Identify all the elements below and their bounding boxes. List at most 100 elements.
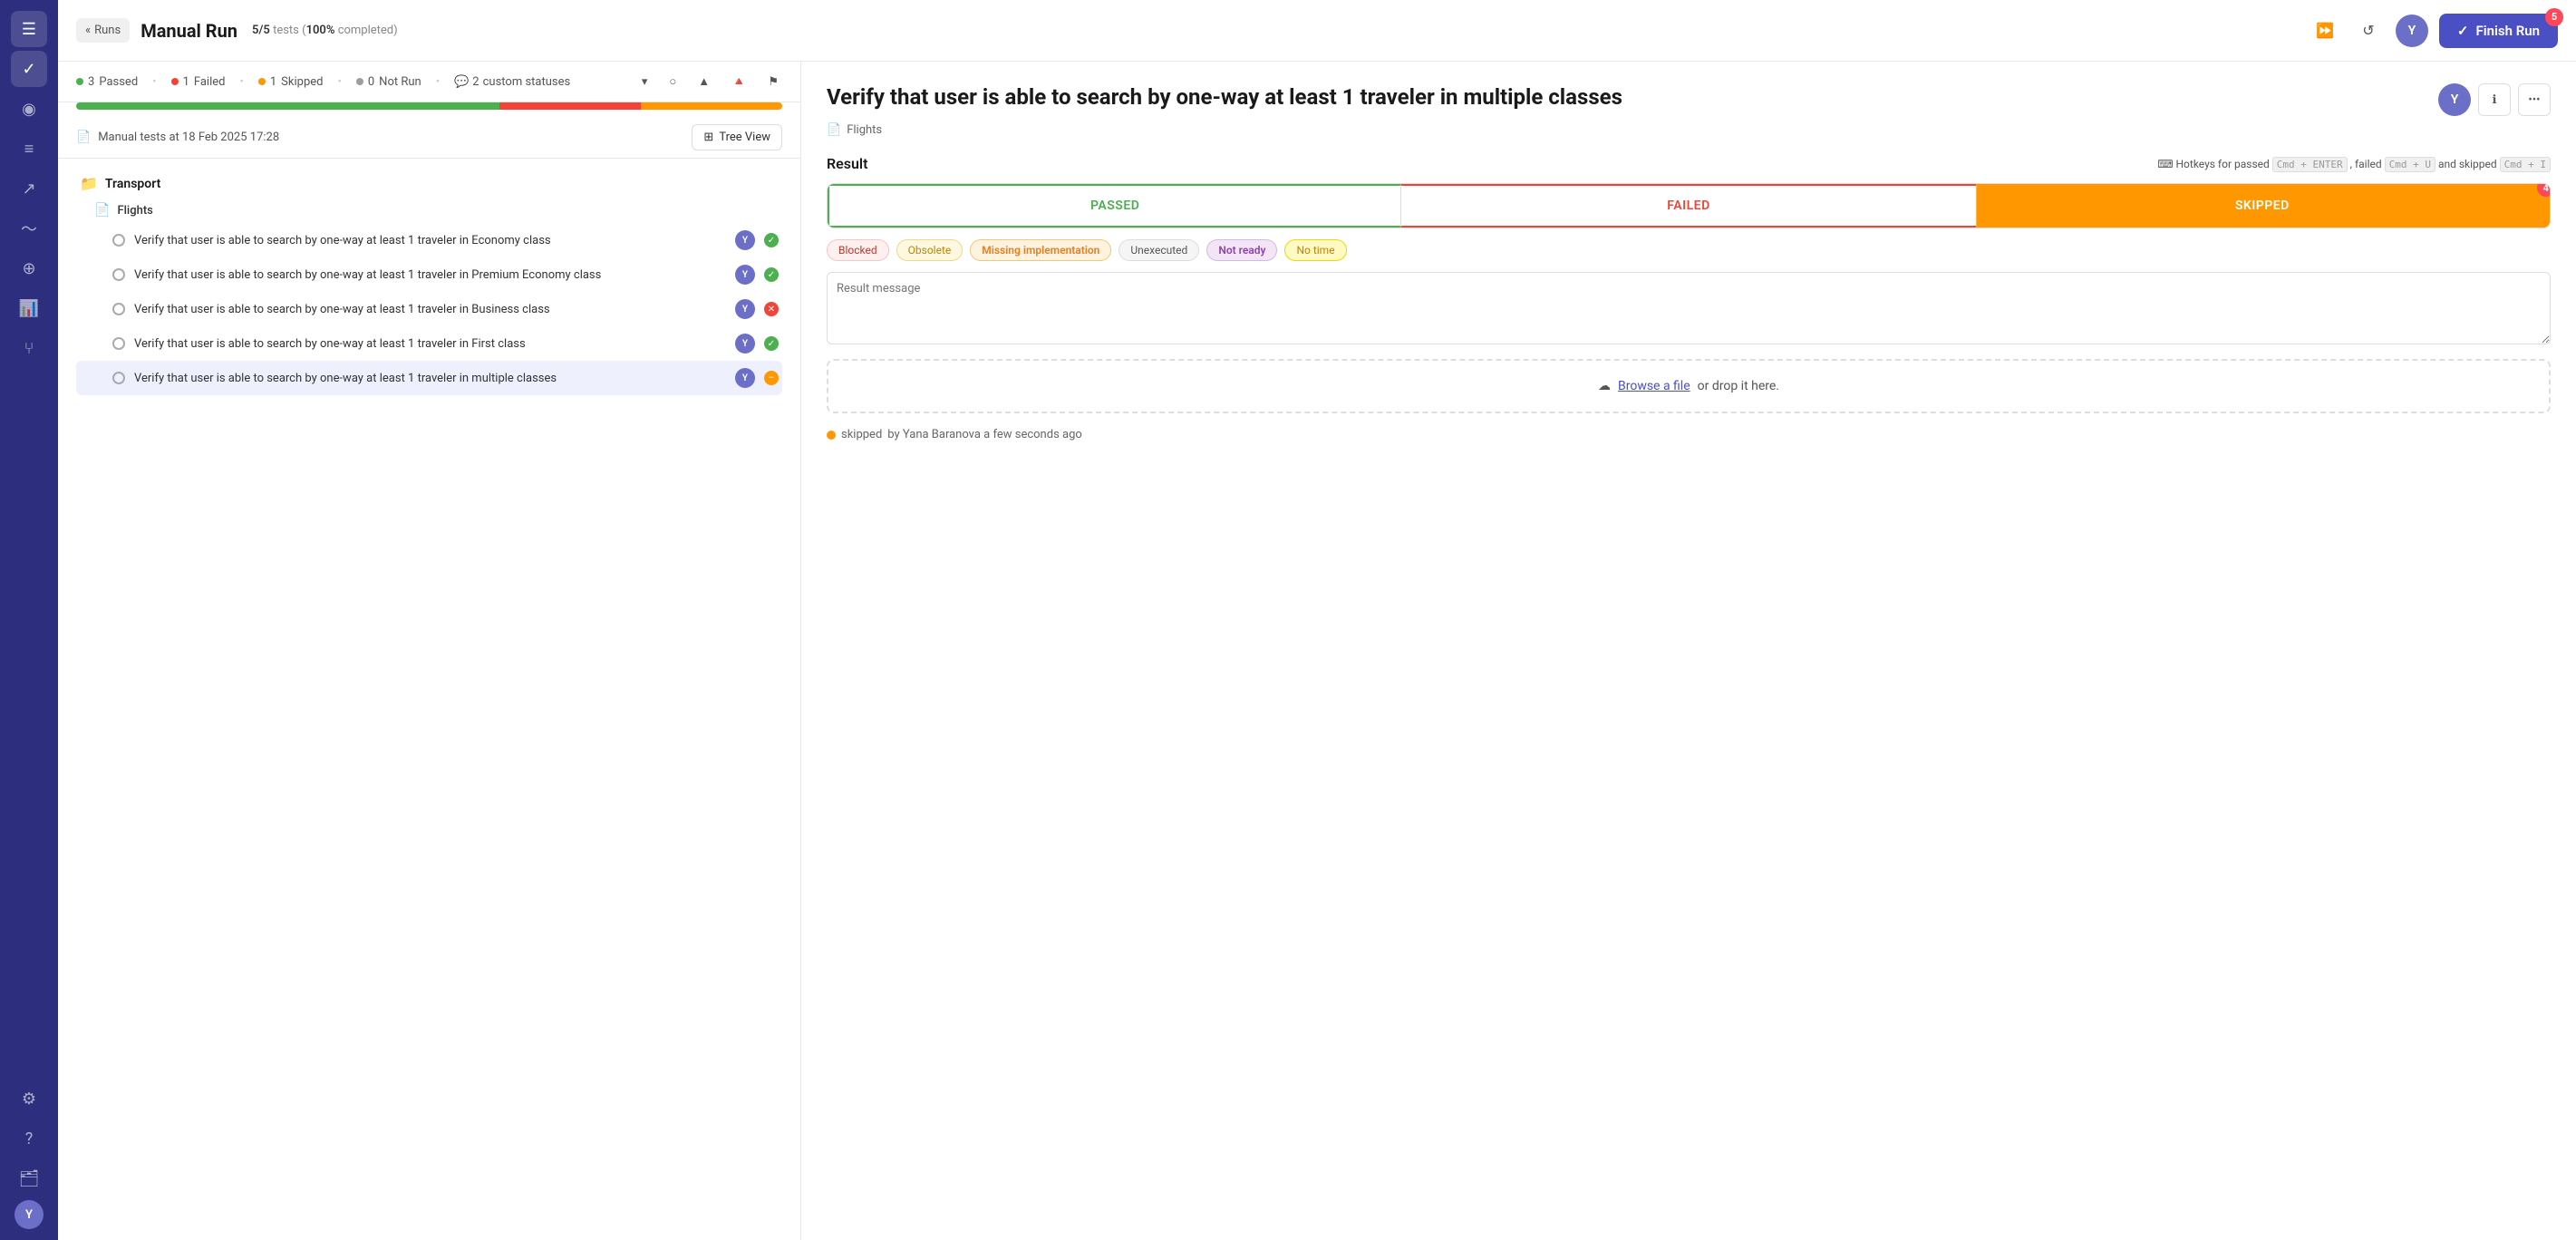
skip-button[interactable]: SKIPPED 4 <box>1976 184 2550 228</box>
back-button[interactable]: « Runs <box>76 18 130 43</box>
tests-count: 5/5 <box>252 24 270 37</box>
fast-forward-button[interactable]: ⏩ <box>2309 15 2341 47</box>
tree-header-info: 📄 Manual tests at 18 Feb 2025 17:28 <box>76 131 279 144</box>
tag-obsolete[interactable]: Obsolete <box>896 239 964 261</box>
test-label: Verify that user is able to search by on… <box>134 303 726 316</box>
sidebar-settings[interactable]: ⚙ <box>11 1080 47 1117</box>
hotkeys-failed-prefix: , failed <box>2350 158 2382 170</box>
folder-transport[interactable]: 📁 Transport <box>76 170 782 198</box>
folder-flights[interactable]: 📄 Flights <box>76 198 782 223</box>
test-radio <box>112 268 125 281</box>
sidebar-help[interactable]: ? <box>11 1120 47 1157</box>
upload-icon: ☁ <box>1598 379 1611 393</box>
tests-label: tests <box>273 24 299 37</box>
sidebar-list[interactable]: ≡ <box>11 131 47 167</box>
test-item[interactable]: Verify that user is able to search by on… <box>76 223 782 257</box>
test-assignee-avatar: Y <box>735 265 755 285</box>
skipped-by-text: by Yana Baranova a few seconds ago <box>887 428 1082 441</box>
sidebar-branch[interactable]: ⑂ <box>11 330 47 366</box>
result-message-input[interactable] <box>827 272 2551 344</box>
detail-user-avatar[interactable]: Y <box>2438 83 2471 116</box>
page-title: Manual Run <box>140 20 237 42</box>
sidebar-user-avatar[interactable]: Y <box>15 1200 44 1229</box>
test-radio <box>112 337 125 350</box>
custom-status-tags: Blocked Obsolete Missing implementation … <box>827 239 2551 261</box>
sidebar-check[interactable]: ✓ <box>11 51 47 87</box>
test-item-active[interactable]: Verify that user is able to search by on… <box>76 361 782 395</box>
tag-missing-implementation[interactable]: Missing implementation <box>970 239 1111 261</box>
result-section: Result ⌨ Hotkeys for passed Cmd + ENTER … <box>827 155 2551 441</box>
test-detail-title: Verify that user is able to search by on… <box>827 83 1622 111</box>
test-status-skip: – <box>764 371 779 385</box>
hotkeys-skipped-key: Cmd + I <box>2500 157 2551 172</box>
skipped-label: Skipped <box>281 75 323 89</box>
folder-closed-icon: 📁 <box>80 175 98 192</box>
finish-run-label: Finish Run <box>2475 23 2540 39</box>
sidebar-trending[interactable]: ↗ <box>11 170 47 207</box>
test-item[interactable]: Verify that user is able to search by on… <box>76 257 782 292</box>
sidebar-folder[interactable]: 🗂 <box>11 1160 47 1196</box>
sidebar-target[interactable]: ⊕ <box>11 250 47 286</box>
browse-file-link[interactable]: Browse a file <box>1618 379 1690 393</box>
tree-view-icon: ⊞ <box>703 131 713 144</box>
passed-count: 3 <box>88 75 94 89</box>
sidebar-chart[interactable]: 📊 <box>11 290 47 326</box>
notrun-count: 0 <box>368 75 374 89</box>
folder-name: Transport <box>105 177 160 191</box>
detail-info-button[interactable]: ℹ <box>2478 83 2511 116</box>
test-assignee-avatar: Y <box>735 334 755 354</box>
finish-checkmark-icon: ✓ <box>2457 23 2469 39</box>
tree-view-label: Tree View <box>719 131 770 144</box>
detail-more-button[interactable]: ••• <box>2518 83 2551 116</box>
test-status-fail: ✕ <box>764 302 779 316</box>
back-arrow-icon: « <box>85 24 91 37</box>
keyboard-icon: ⌨ <box>2157 158 2173 170</box>
test-list: 📁 Transport 📄 Flights Verify that user i… <box>58 159 800 1240</box>
tag-not-ready[interactable]: Not ready <box>1206 239 1277 261</box>
up-button[interactable]: ▲ <box>694 73 713 91</box>
status-divider-2: • <box>239 75 243 89</box>
status-passed: 3 Passed <box>76 75 138 89</box>
skip-label: SKIPPED <box>2235 199 2290 213</box>
flag-full-button[interactable]: ⚑ <box>764 73 782 91</box>
notrun-label: Not Run <box>379 75 421 89</box>
progress-fail <box>499 102 641 110</box>
test-assignee-avatar: Y <box>735 299 755 319</box>
fail-button[interactable]: FAILED <box>1401 184 1975 228</box>
sidebar-hamburger[interactable]: ☰ <box>11 11 47 47</box>
sidebar-pulse[interactable]: 〜 <box>11 210 47 247</box>
circle-button[interactable]: ○ <box>665 73 680 91</box>
failed-label: Failed <box>194 75 226 89</box>
tree-view-button[interactable]: ⊞ Tree View <box>692 124 782 150</box>
flag-red-button[interactable]: 🔺 <box>728 73 750 91</box>
chevron-down-button[interactable]: ▾ <box>638 73 652 91</box>
test-label: Verify that user is able to search by on… <box>134 337 726 351</box>
user-avatar[interactable]: Y <box>2396 15 2428 47</box>
subfolder-name: Flights <box>117 204 152 218</box>
refresh-button[interactable]: ↺ <box>2352 15 2385 47</box>
test-status-pass: ✓ <box>764 336 779 351</box>
test-label: Verify that user is able to search by on… <box>134 268 726 282</box>
pass-button[interactable]: PASSED <box>828 184 1401 228</box>
finish-run-button[interactable]: ✓ Finish Run 5 <box>2439 14 2558 48</box>
result-buttons: PASSED FAILED SKIPPED 4 <box>827 183 2551 228</box>
status-skipped: 1 Skipped <box>258 75 324 89</box>
test-item[interactable]: Verify that user is able to search by on… <box>76 326 782 361</box>
test-assignee-avatar: Y <box>735 230 755 250</box>
breadcrumb: 📄 Flights <box>827 123 2551 137</box>
hotkeys-passed-key: Cmd + ENTER <box>2272 157 2348 172</box>
main-content: « Runs Manual Run 5/5 tests (100% comple… <box>58 0 2576 1240</box>
tests-meta: 5/5 tests (100% completed) <box>252 24 398 37</box>
status-divider-3: • <box>337 75 341 89</box>
tag-no-time[interactable]: No time <box>1284 239 1346 261</box>
hotkeys-prefix: Hotkeys for passed <box>2176 158 2270 170</box>
tag-unexecuted[interactable]: Unexecuted <box>1119 239 1199 261</box>
file-drop-zone[interactable]: ☁ Browse a file or drop it here. <box>827 359 2551 413</box>
test-item[interactable]: Verify that user is able to search by on… <box>76 292 782 326</box>
tag-blocked[interactable]: Blocked <box>827 239 889 261</box>
skipped-count: 1 <box>270 75 276 89</box>
skipped-dot <box>258 78 266 85</box>
sidebar-activity[interactable]: ◉ <box>11 91 47 127</box>
hotkeys-text: ⌨ Hotkeys for passed Cmd + ENTER , faile… <box>2157 158 2551 170</box>
status-divider-1: • <box>152 75 156 89</box>
